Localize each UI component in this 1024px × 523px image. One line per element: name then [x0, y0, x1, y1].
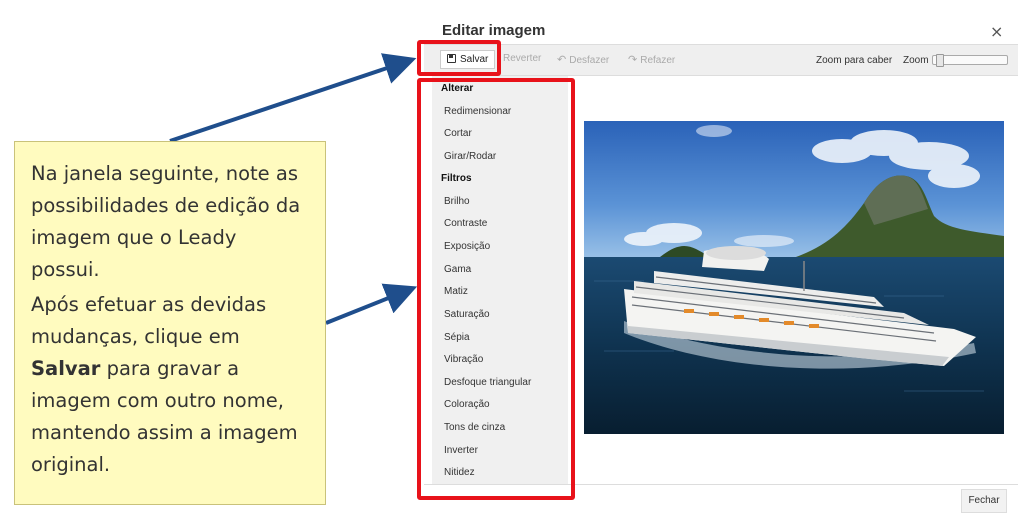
instruction-callout: Na janela seguinte, note as possibilidad…: [14, 141, 326, 505]
callout-save-emphasis: Salvar: [31, 357, 101, 380]
arrow-to-sidebar: [325, 283, 418, 325]
callout-text-before: Após efetuar as devidas mudanças, clique…: [31, 293, 267, 348]
arrow-to-save: [169, 53, 417, 143]
callout-paragraph-2: Após efetuar as devidas mudanças, clique…: [31, 289, 311, 481]
callout-paragraph-1: Na janela seguinte, note as possibilidad…: [31, 162, 301, 281]
